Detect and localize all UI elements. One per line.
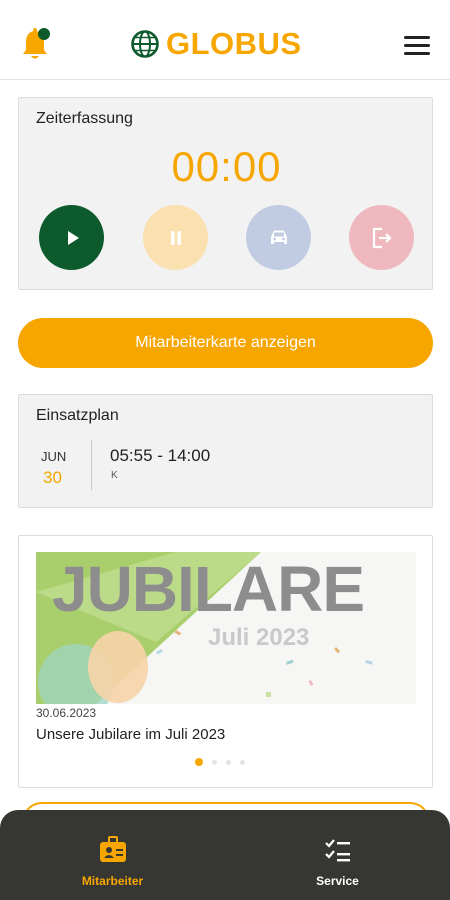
nav-tab-service[interactable]: Service [225, 810, 450, 900]
app-header: GLOBUS [0, 0, 450, 80]
start-button[interactable] [39, 205, 104, 270]
schedule-day: 30 [43, 468, 62, 487]
travel-button[interactable] [246, 205, 311, 270]
hamburger-menu-icon[interactable] [404, 36, 430, 56]
brand-name: GLOBUS [166, 26, 302, 61]
schedule-month: JUN [41, 449, 67, 464]
notification-dot [38, 28, 50, 40]
nav-label-employee: Mitarbeiter [81, 874, 144, 888]
carousel-dot[interactable] [195, 758, 203, 766]
schedule-divider [91, 440, 92, 490]
pause-icon [170, 230, 181, 245]
exit-icon [372, 227, 392, 248]
globe-icon [131, 30, 159, 58]
pause-button[interactable] [143, 205, 208, 270]
time-tracking-title: Zeiterfassung [36, 110, 133, 127]
show-employee-card-button[interactable]: Mitarbeiterkarte anzeigen [18, 318, 433, 368]
carousel-dot[interactable] [212, 759, 217, 765]
news-image-subtitle: Juli 2023 [208, 624, 310, 651]
news-caption: Unsere Jubilare im Juli 2023 [36, 726, 226, 743]
clock-out-button[interactable] [349, 205, 414, 270]
news-date: 30.06.2023 [36, 706, 97, 720]
employee-badge-icon [100, 836, 126, 862]
carousel-dot[interactable] [226, 759, 231, 765]
carousel-pagination [195, 758, 245, 766]
news-image[interactable]: JUBILARE Juli 2023 [36, 552, 416, 704]
news-image-title: JUBILARE [52, 553, 365, 625]
shift-time: 05:55 - 14:00 [110, 446, 211, 465]
schedule-card[interactable]: Einsatzplan JUN 30 05:55 - 14:00 K [18, 394, 433, 508]
nav-tab-employee[interactable]: Mitarbeiter [0, 810, 225, 900]
nav-label-service: Service [316, 874, 359, 888]
time-tracking-card: Zeiterfassung 00:00 [18, 97, 433, 290]
timer-display: 00:00 [171, 143, 282, 190]
carousel-dot[interactable] [240, 759, 245, 765]
shift-code: K [111, 470, 118, 481]
play-icon [67, 230, 79, 245]
car-icon [270, 230, 287, 244]
brand-logo: GLOBUS [130, 24, 302, 64]
checklist-icon [325, 839, 350, 862]
bottom-navigation: Mitarbeiter Service [0, 810, 450, 900]
schedule-title: Einsatzplan [36, 407, 119, 424]
news-carousel-card[interactable]: JUBILARE Juli 2023 30.06.2023 Unsere Jub… [18, 535, 433, 788]
